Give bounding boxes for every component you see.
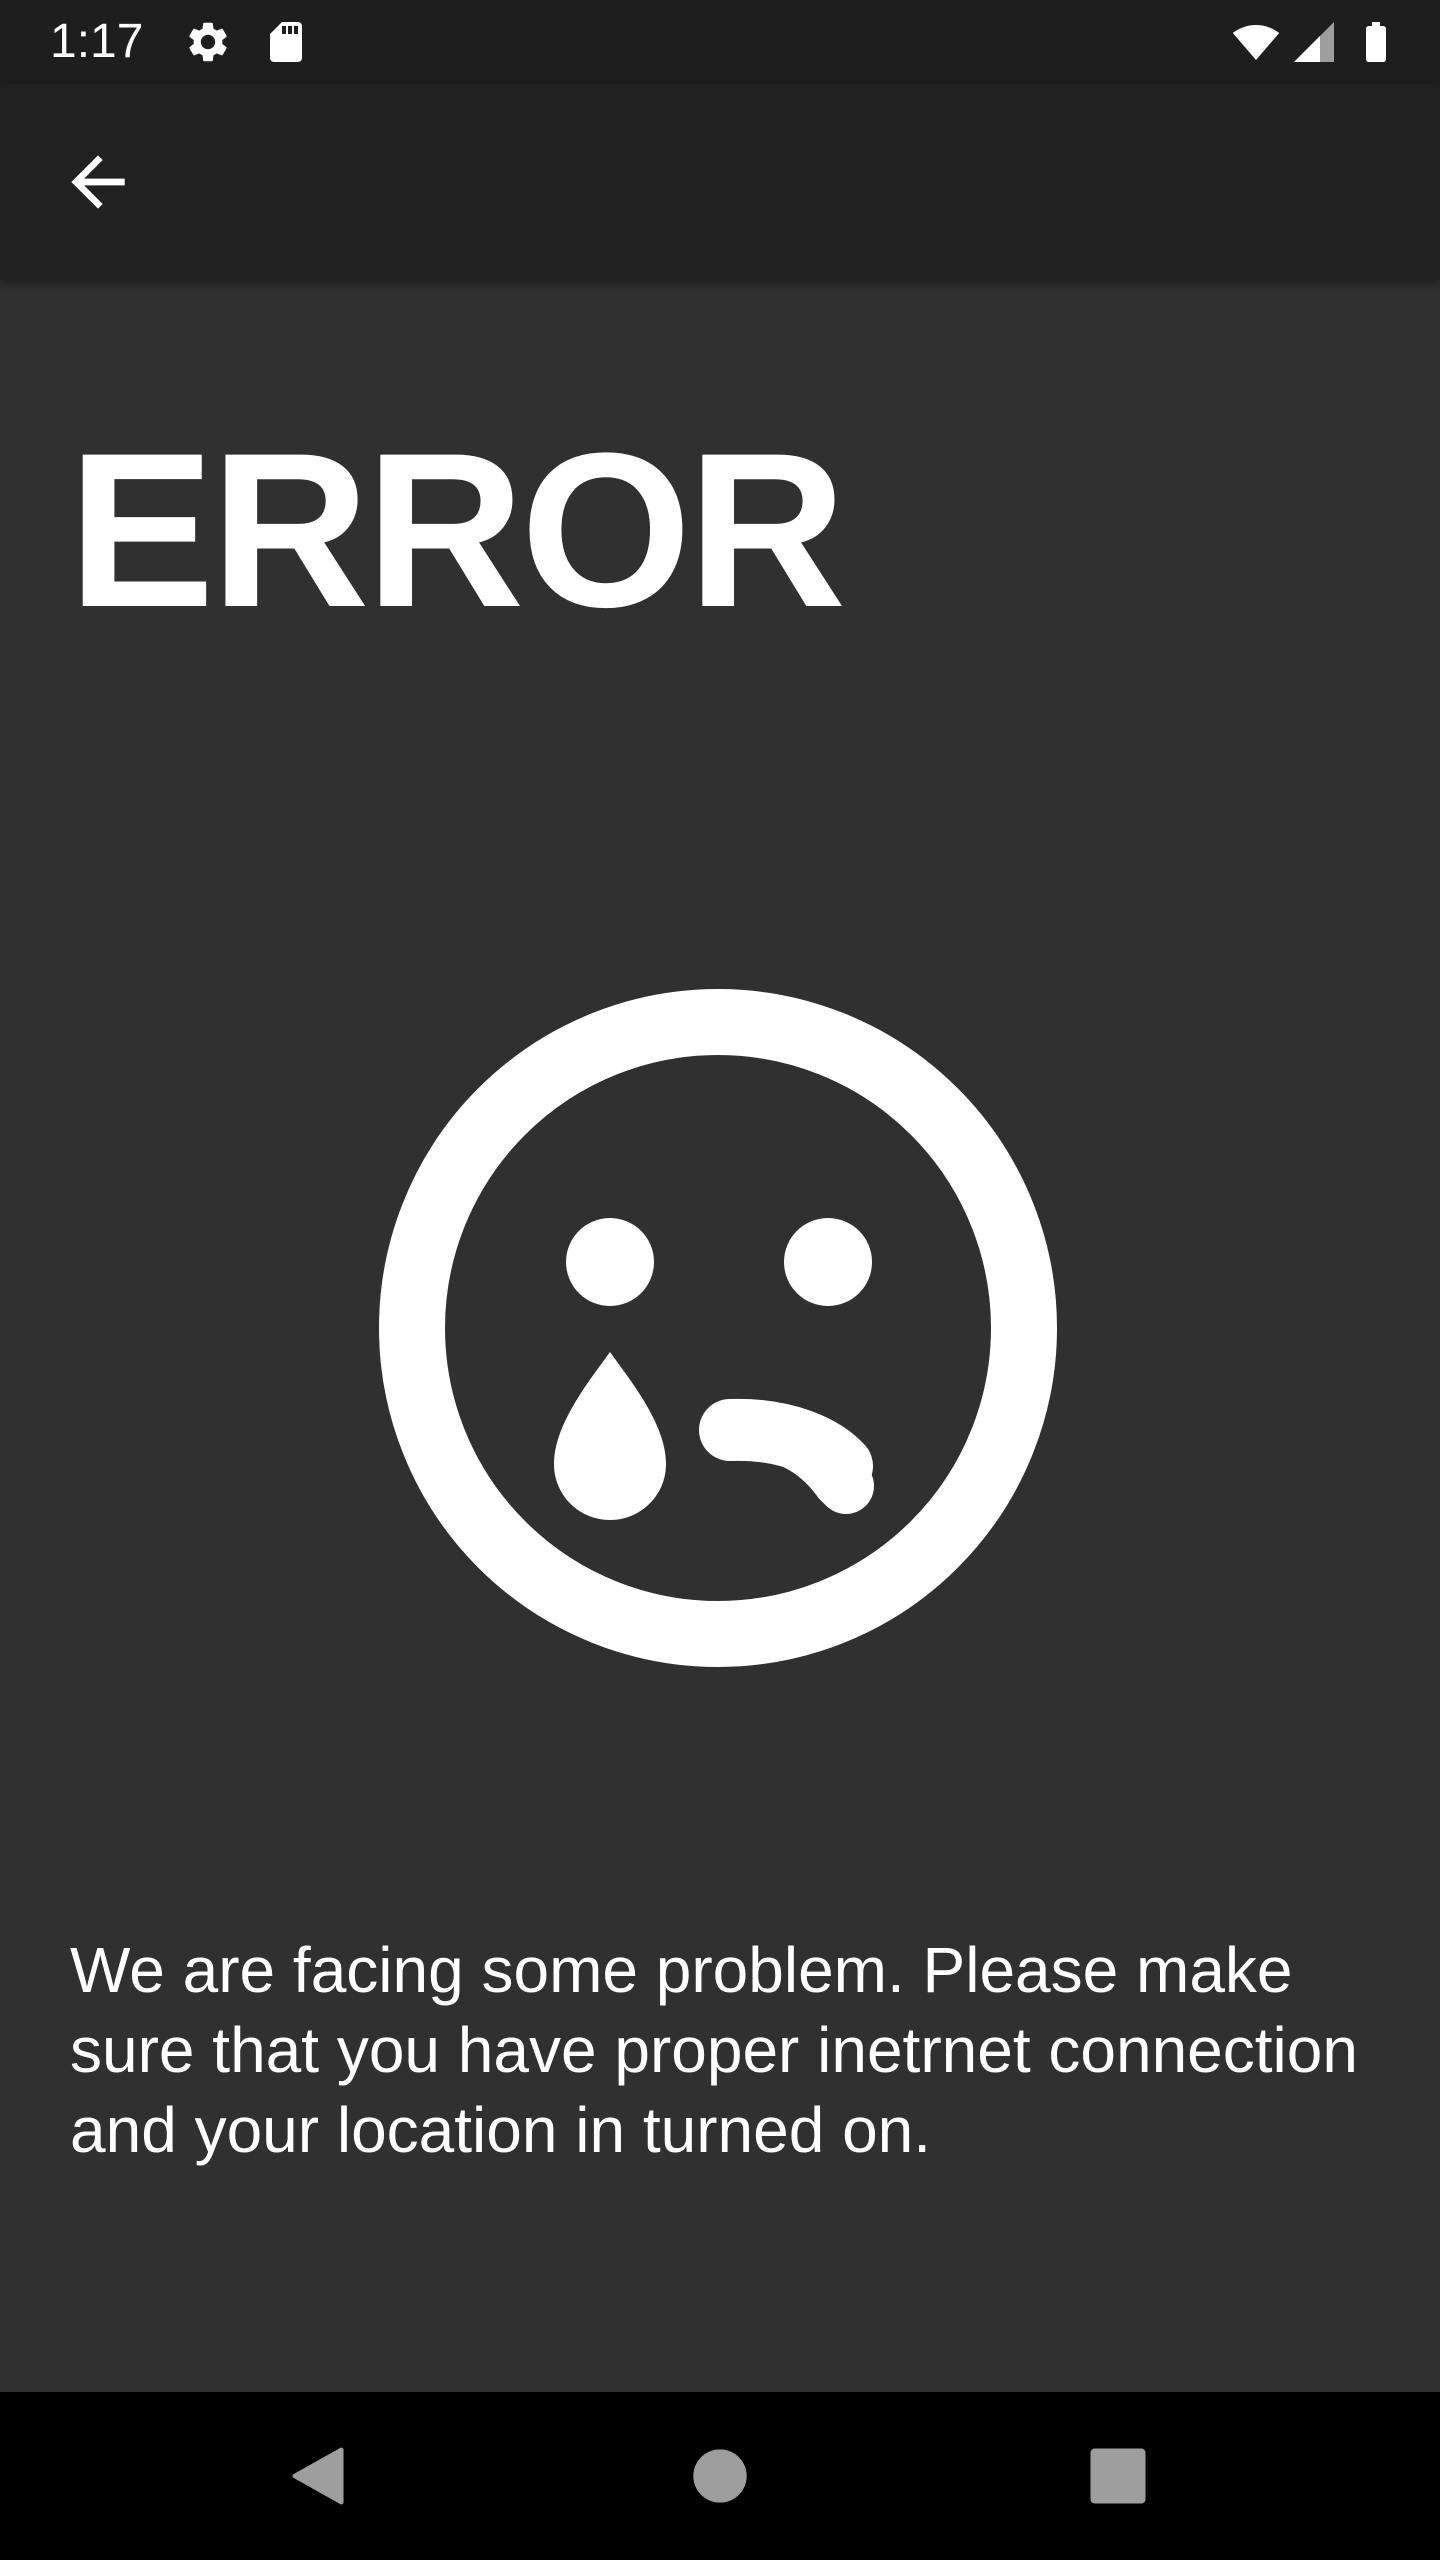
error-message: We are facing some problem. Please make …: [70, 1934, 1358, 2166]
error-screen: 1:17 ERROR We are facing some problem. P…: [0, 0, 1440, 2560]
status-bar: 1:17: [0, 0, 1440, 84]
back-button[interactable]: [50, 134, 146, 230]
cell-signal-icon: [1290, 18, 1338, 66]
app-bar: [0, 84, 1440, 280]
nav-back-button[interactable]: [268, 2426, 368, 2526]
arrow-back-icon: [71, 155, 125, 209]
navigation-bar: [0, 2392, 1440, 2560]
nav-home-button[interactable]: [670, 2426, 770, 2526]
home-circle-icon: [693, 2449, 747, 2503]
battery-icon: [1352, 18, 1400, 66]
sd-card-icon: [262, 18, 310, 66]
sad-crying-face-icon: [378, 988, 1058, 1668]
settings-icon: [184, 18, 232, 66]
wifi-icon: [1232, 18, 1280, 66]
back-triangle-icon: [292, 2447, 344, 2505]
nav-recents-button[interactable]: [1068, 2426, 1168, 2526]
status-time: 1:17: [50, 15, 144, 68]
error-title: ERROR: [68, 407, 846, 653]
recents-square-icon: [1090, 2448, 1146, 2504]
